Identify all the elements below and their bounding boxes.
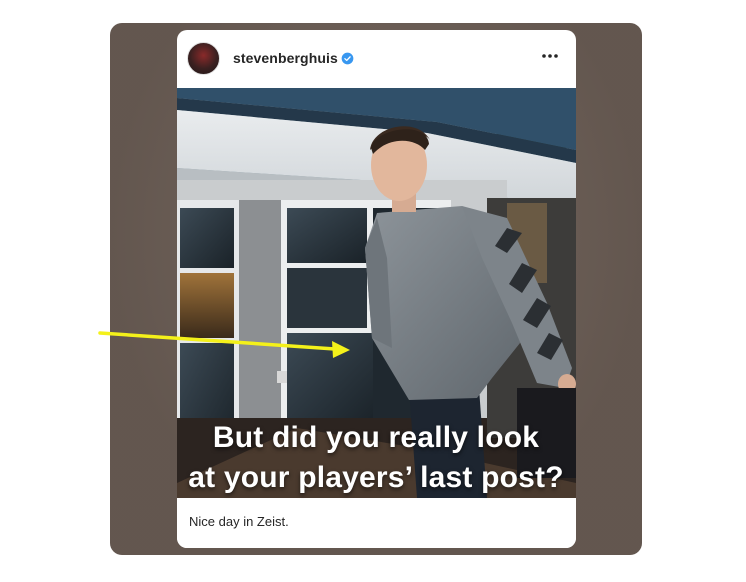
more-options-icon[interactable]	[540, 46, 560, 66]
overlay-text-line1: But did you really look	[212, 421, 540, 454]
avatar[interactable]	[187, 42, 220, 75]
post-caption: Nice day in Zeist.	[189, 514, 289, 529]
post-header: stevenberghuis	[177, 30, 576, 88]
overlay-text-line2: at your players’ last post?	[188, 461, 564, 494]
username-link[interactable]: stevenberghuis	[233, 50, 338, 66]
verified-badge-icon	[341, 52, 354, 65]
caption-bar: Nice day in Zeist.	[177, 498, 576, 548]
